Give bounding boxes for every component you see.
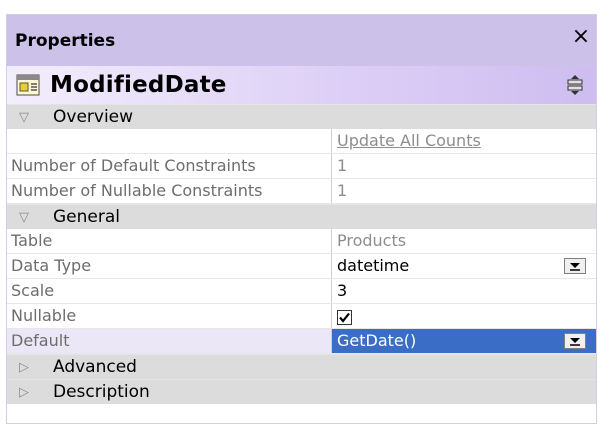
- category-label: General: [53, 207, 120, 227]
- property-name: [7, 129, 332, 153]
- property-name: Scale: [7, 279, 332, 303]
- category-general[interactable]: ▽ General: [7, 204, 596, 229]
- expand-triangle-icon[interactable]: ▷: [19, 360, 43, 375]
- property-row-update-counts: Update All Counts: [7, 129, 596, 154]
- property-name: Default: [7, 329, 332, 353]
- dropdown-arrow-icon: [570, 338, 580, 346]
- scale-value[interactable]: 3: [332, 279, 596, 303]
- property-name: Data Type: [7, 254, 332, 278]
- expand-triangle-icon[interactable]: ▷: [19, 385, 43, 400]
- collapse-triangle-icon[interactable]: ▽: [19, 210, 43, 225]
- panel-title: Properties: [15, 30, 116, 51]
- property-name: Nullable: [7, 304, 332, 328]
- property-row-data-type[interactable]: Data Type datetime: [7, 254, 596, 279]
- property-row-default-constraints[interactable]: Number of Default Constraints 1: [7, 154, 596, 179]
- property-value: 1: [337, 156, 348, 175]
- properties-panel: Properties × ModifiedDate ▽ Overview Upd…: [6, 14, 597, 424]
- dropdown-button[interactable]: [564, 333, 586, 349]
- object-header: ModifiedDate: [7, 66, 596, 104]
- dropdown-arrow-icon: [570, 263, 580, 271]
- category-label: Description: [53, 382, 150, 402]
- property-name: Number of Nullable Constraints: [7, 179, 332, 203]
- category-label: Overview: [53, 107, 134, 127]
- column-icon: [16, 74, 40, 96]
- category-description[interactable]: ▷ Description: [7, 379, 596, 404]
- property-value: 1: [337, 181, 348, 200]
- property-name: Number of Default Constraints: [7, 154, 332, 178]
- property-name: Table: [7, 229, 332, 253]
- dropdown-button[interactable]: [564, 258, 586, 274]
- property-row-default[interactable]: Default GetDate(): [7, 329, 596, 354]
- property-row-scale[interactable]: Scale 3: [7, 279, 596, 304]
- category-overview[interactable]: ▽ Overview: [7, 104, 596, 129]
- property-value: Products: [337, 231, 407, 250]
- property-row-nullable[interactable]: Nullable: [7, 304, 596, 329]
- nullable-checkbox[interactable]: [337, 310, 352, 325]
- default-value[interactable]: GetDate(): [337, 331, 416, 350]
- collapse-triangle-icon[interactable]: ▽: [19, 110, 43, 125]
- category-advanced[interactable]: ▷ Advanced: [7, 354, 596, 379]
- checkmark-icon: [339, 312, 350, 323]
- property-row-nullable-constraints[interactable]: Number of Nullable Constraints 1: [7, 179, 596, 204]
- sort-toggle-icon[interactable]: [564, 74, 586, 96]
- object-name: ModifiedDate: [50, 72, 227, 98]
- update-all-counts-link[interactable]: Update All Counts: [337, 131, 481, 150]
- category-label: Advanced: [53, 357, 137, 377]
- property-row-table[interactable]: Table Products: [7, 229, 596, 254]
- close-icon[interactable]: ×: [570, 26, 592, 48]
- panel-title-bar: Properties ×: [7, 15, 596, 66]
- data-type-value[interactable]: datetime: [337, 256, 409, 275]
